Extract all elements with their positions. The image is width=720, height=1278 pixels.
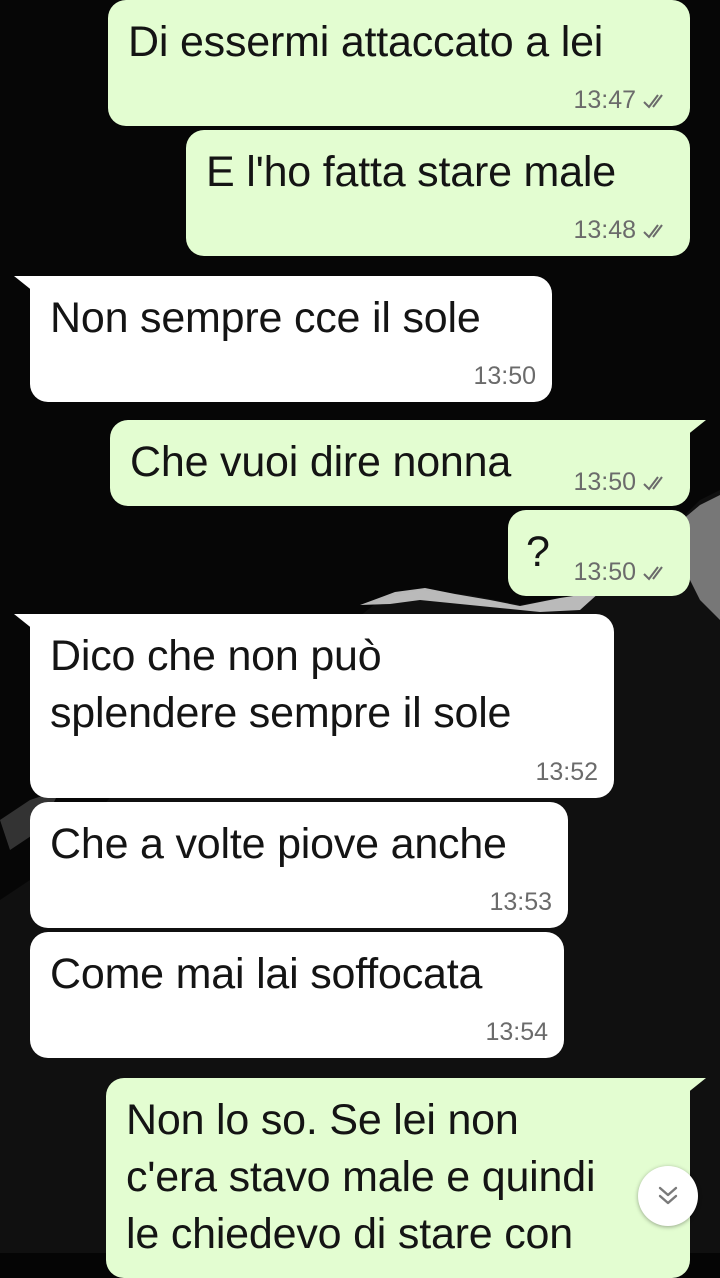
message-meta: 13:50 xyxy=(573,468,672,497)
message-time: 13:48 xyxy=(573,216,636,244)
incoming-message[interactable]: Che a volte piove anche 13:53 xyxy=(30,802,568,928)
message-meta: 13:52 xyxy=(535,758,598,787)
message-meta: 13:53 xyxy=(489,888,552,917)
outgoing-message[interactable]: Di essermi attaccato a lei 13:47 xyxy=(108,0,690,126)
message-text: Di essermi attaccato a lei xyxy=(128,18,604,66)
message-text: E l'ho fatta stare male xyxy=(206,148,616,196)
incoming-message[interactable]: Dico che non può splendere sempre il sol… xyxy=(30,614,614,798)
incoming-message[interactable]: Non sempre cce il sole 13:50 xyxy=(30,276,552,402)
outgoing-message[interactable]: E l'ho fatta stare male 13:48 xyxy=(186,130,690,256)
message-text: Come mai lai soffocata xyxy=(50,950,483,998)
double-check-icon xyxy=(643,223,663,239)
message-text-line-3: le chiedevo di stare con xyxy=(126,1210,573,1258)
message-time: 13:52 xyxy=(535,758,598,786)
message-meta: 13:50 xyxy=(573,558,672,587)
message-time: 13:50 xyxy=(573,468,636,496)
double-check-icon xyxy=(643,565,663,581)
message-text: Non sempre cce il sole xyxy=(50,294,481,342)
message-text: Che a volte piove anche xyxy=(50,820,507,868)
message-time: 13:47 xyxy=(573,86,636,114)
message-time: 13:50 xyxy=(573,558,636,586)
message-meta: 13:47 xyxy=(573,86,672,115)
message-text: Non lo so. Se lei non xyxy=(126,1096,519,1144)
outgoing-message[interactable]: Che vuoi dire nonna 13:50 xyxy=(110,420,690,506)
message-text-line-2: c'era stavo male e quindi xyxy=(126,1153,596,1201)
message-time: 13:53 xyxy=(489,888,552,916)
double-chevron-down-icon xyxy=(658,1186,678,1205)
message-time: 13:50 xyxy=(473,362,536,390)
message-text-line-2: splendere sempre il sole xyxy=(50,689,512,737)
double-check-icon xyxy=(643,475,663,491)
message-text: ? xyxy=(526,528,550,576)
message-meta: 13:50 xyxy=(473,362,536,391)
outgoing-message[interactable]: ? 13:50 xyxy=(508,510,690,596)
scroll-to-bottom-button[interactable] xyxy=(638,1166,698,1226)
message-text: Dico che non può xyxy=(50,632,382,680)
message-meta: 13:54 xyxy=(485,1018,548,1047)
message-time: 13:54 xyxy=(485,1018,548,1046)
message-text: Che vuoi dire nonna xyxy=(130,438,512,486)
double-check-icon xyxy=(643,93,663,109)
outgoing-message[interactable]: Non lo so. Se lei non c'era stavo male e… xyxy=(106,1078,690,1278)
incoming-message[interactable]: Come mai lai soffocata 13:54 xyxy=(30,932,564,1058)
message-meta: 13:48 xyxy=(573,216,672,245)
